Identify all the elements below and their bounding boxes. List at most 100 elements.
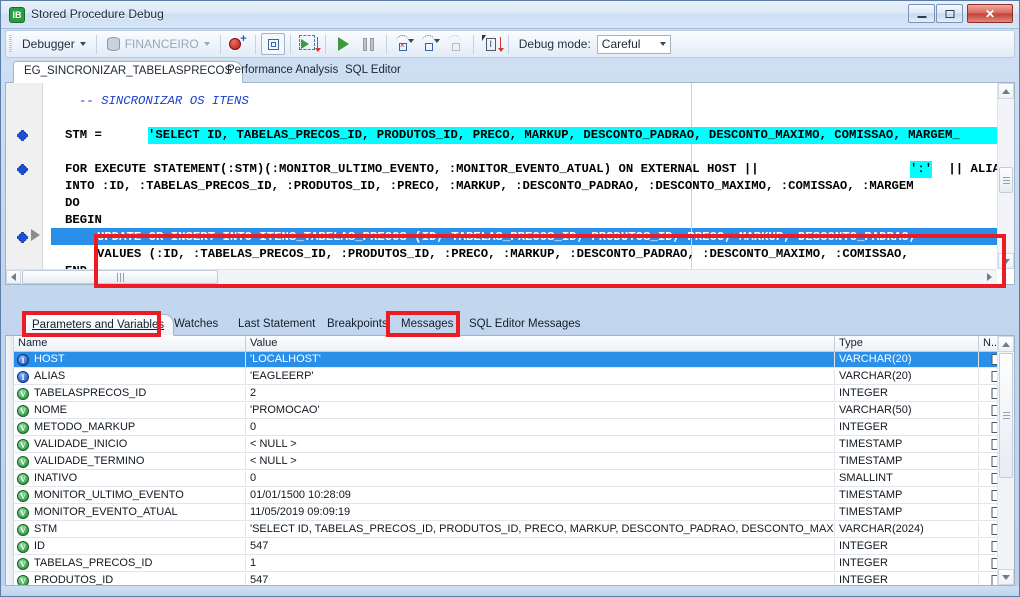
scroll-down-button[interactable] [998,569,1014,585]
scroll-up-button[interactable] [998,83,1014,99]
scroll-down-button[interactable] [998,253,1014,269]
variable-icon: V [17,388,29,400]
table-row[interactable]: METODO_MARKUP V 0 INTEGER [14,420,1002,436]
scroll-right-button[interactable] [982,270,997,284]
app-icon: IB [9,7,25,23]
current-line-arrow-icon [31,229,40,241]
code-editor[interactable]: -- SINCRONIZAR OS ITENS STM = 'SELECT ID… [5,83,1015,285]
scroll-up-button[interactable] [998,336,1014,352]
tab-messages[interactable]: Messages [392,314,462,336]
column-header-name[interactable]: Name [14,336,246,351]
watch-window-icon[interactable] [260,33,285,55]
cell-type: INTEGER [835,386,979,401]
table-row[interactable]: ID V 547 INTEGER [14,539,1002,555]
table-row[interactable]: VALIDADE_INICIO V < NULL > TIMESTAMP [14,437,1002,453]
grid-vertical-scrollbar[interactable] [997,336,1014,585]
editor-gutter[interactable] [6,83,43,284]
cell-value: < NULL > [246,437,835,452]
tab-sql-editor[interactable]: SQL Editor [335,61,411,83]
tab-label: EG_SINCRONIZAR_TABELASPRECOS [24,65,233,77]
editor-vscroll-thumb[interactable] [999,167,1013,193]
cell-name: ALIAS I [14,369,246,384]
cell-type: VARCHAR(50) [835,403,979,418]
cell-value: 547 [246,573,835,585]
table-row[interactable]: INATIVO V 0 SMALLINT [14,471,1002,487]
tab-watches[interactable]: Watches [165,314,227,336]
cell-name: TABELAS_PRECOS_ID V [14,556,246,571]
table-row[interactable]: PRODUTOS_ID V 547 INTEGER [14,573,1002,585]
maximize-button[interactable] [936,4,963,23]
minimize-button[interactable] [908,4,935,23]
table-row[interactable]: MONITOR_EVENTO_ATUAL V 11/05/2019 09:09:19… [14,505,1002,521]
table-row[interactable]: NOME V 'PROMOCAO' VARCHAR(50) [14,403,1002,419]
toolbar-grip[interactable] [9,35,12,53]
variable-icon: V [17,575,29,585]
input-parameter-icon: I [17,354,29,366]
step-over-icon[interactable] [392,33,416,55]
scroll-left-button[interactable] [6,270,21,284]
cell-type: INTEGER [835,539,979,554]
close-button[interactable]: ✕ [967,4,1013,23]
grid-row-indicator-rail [6,336,14,585]
run-to-cursor-icon[interactable]: I [479,33,504,55]
tab-eg-sincronizar-tabelasprecos[interactable]: EG_SINCRONIZAR_TABELASPRECOS [13,61,244,83]
code-text[interactable]: -- SINCRONIZAR OS ITENS STM = 'SELECT ID… [51,83,997,269]
breakpoint-marker-icon[interactable] [17,164,28,175]
cell-type: VARCHAR(20) [835,352,979,367]
cell-name: NOME V [14,403,246,418]
tab-last-statement[interactable]: Last Statement [229,314,324,336]
tab-breakpoints[interactable]: Breakpoints [318,314,397,336]
tab-label: SQL Editor Messages [469,318,581,330]
variable-icon: V [17,490,29,502]
editor-horizontal-scrollbar[interactable] [6,269,997,284]
toolbar-separator [95,34,97,54]
breakpoint-marker-icon[interactable] [17,232,28,243]
chevron-up-icon [1002,88,1010,94]
breakpoint-marker-icon[interactable] [17,130,28,141]
code-string-highlight: 'SELECT ID, TABELAS_PRECOS_ID, PRODUTOS_… [148,127,997,144]
step-into-icon[interactable] [418,33,442,55]
table-row[interactable]: VALIDADE_TERMINO V < NULL > TIMESTAMP [14,454,1002,470]
database-selector-button[interactable]: FINANCEIRO [101,33,216,55]
variable-icon: V [17,439,29,451]
table-row[interactable]: HOST I 'LOCALHOST' VARCHAR(20) [14,352,1002,368]
column-header-value[interactable]: Value [246,336,835,351]
table-row[interactable]: TABELASPRECOS_ID V 2 INTEGER [14,386,1002,402]
cell-value: 'SELECT ID, TABELAS_PRECOS_ID, PRODUTOS_… [246,522,835,537]
code-fragment: STM = [65,128,110,142]
table-row[interactable]: ALIAS I 'EAGLEERP' VARCHAR(20) [14,369,1002,385]
code-line: FOR EXECUTE STATEMENT(:STM)(:MONITOR_ULT… [65,161,766,178]
pause-icon[interactable] [357,33,381,55]
parameters-and-variables-grid[interactable]: Name Value Type N... HOST I 'LOCALHOST' VAR… [5,336,1015,586]
add-breakpoint-icon[interactable]: + [226,33,250,55]
tab-sql-editor-messages[interactable]: SQL Editor Messages [460,314,589,336]
table-row[interactable]: MONITOR_ULTIMO_EVENTO V 01/01/1500 10:28:0… [14,488,1002,504]
code-fragment: FOR EXECUTE STATEMENT(:STM)(:MONITOR_ULT… [65,162,767,176]
debugger-menu-button[interactable]: Debugger [16,33,92,55]
debug-mode-select[interactable]: Careful [596,34,671,54]
grid-vscroll-thumb[interactable] [999,353,1013,478]
run-icon[interactable] [331,33,355,55]
variable-icon: V [17,558,29,570]
tab-label: Parameters and Variables [32,319,165,331]
chevron-down-icon [203,42,210,46]
editor-hscroll-thumb[interactable] [22,270,218,284]
table-row[interactable]: STM V 'SELECT ID, TABELAS_PRECOS_ID, PRODU… [14,522,1002,538]
tab-performance-analysis[interactable]: Performance Analysis [217,61,348,83]
step-out-icon[interactable] [444,33,468,55]
editor-vertical-scrollbar[interactable] [997,83,1014,269]
chevron-right-icon [987,273,992,281]
cell-name: INATIVO V [14,471,246,486]
title-bar: IB Stored Procedure Debug ✕ [1,1,1019,29]
cell-type: SMALLINT [835,471,979,486]
column-header-type[interactable]: Type [835,336,979,351]
tab-parameters-and-variables[interactable]: Parameters and Variables [22,314,175,336]
variable-icon: V [17,473,29,485]
cell-name: TABELASPRECOS_ID V [14,386,246,401]
variable-icon: V [17,422,29,434]
table-row[interactable]: TABELAS_PRECOS_ID V 1 INTEGER [14,556,1002,572]
code-string-highlight: ':' [910,161,933,178]
variable-icon: V [17,507,29,519]
variable-icon: V [17,456,29,468]
trace-into-icon[interactable] [296,33,321,55]
